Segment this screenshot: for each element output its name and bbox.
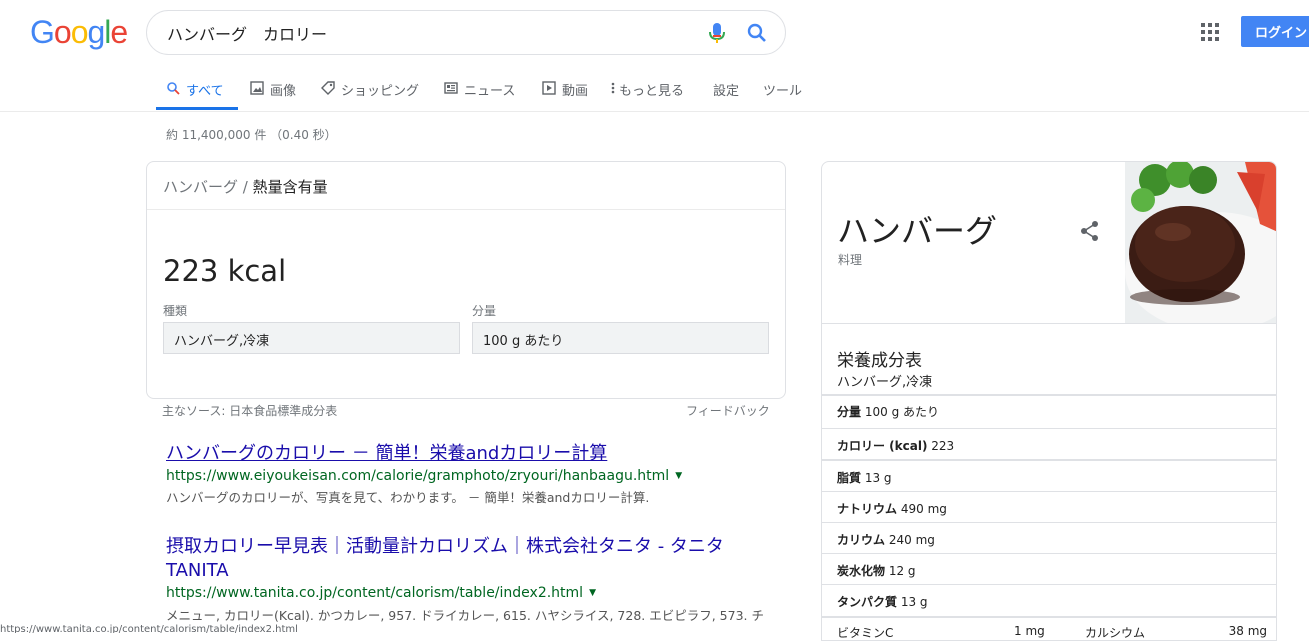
divider bbox=[147, 209, 785, 210]
tab-all[interactable]: すべて bbox=[166, 80, 224, 99]
apps-grid-icon[interactable] bbox=[1200, 22, 1220, 46]
breadcrumb-separator: / bbox=[238, 178, 253, 196]
type-select[interactable]: ハンバーグ,冷凍 bbox=[163, 322, 460, 354]
active-tab-indicator bbox=[156, 107, 238, 110]
result-url: https://www.tanita.co.jp/content/caloris… bbox=[166, 585, 596, 601]
nutrition-row: タンパク質 13 g bbox=[837, 595, 928, 609]
type-label: 種類 bbox=[163, 304, 188, 318]
breadcrumb: ハンバーグ / 熱量含有量 bbox=[163, 176, 328, 197]
result-stats: 約 11,400,000 件 （0.40 秒） bbox=[166, 128, 337, 142]
result-title-link[interactable]: ハンバーグのカロリー － 簡単！栄養andカロリー計算 bbox=[166, 442, 786, 466]
share-icon[interactable] bbox=[1080, 220, 1100, 246]
divider bbox=[822, 522, 1276, 523]
tab-shopping[interactable]: ショッピング bbox=[321, 80, 419, 99]
hamburger-steak-image[interactable] bbox=[1125, 162, 1276, 332]
tab-news[interactable]: ニュース bbox=[444, 80, 515, 99]
tab-images[interactable]: 画像 bbox=[250, 80, 296, 99]
source-text: 主なソース: 日本食品標準成分表 bbox=[162, 404, 338, 418]
featured-snippet: ハンバーグ / 熱量含有量 223 kcal 種類 分量 ハンバーグ,冷凍 10… bbox=[146, 161, 786, 399]
microphone-icon[interactable] bbox=[707, 21, 727, 49]
feedback-link[interactable]: フィードバック bbox=[686, 402, 770, 419]
nutrition-row: 脂質 13 g bbox=[837, 471, 892, 485]
kp-title: ハンバーグ bbox=[837, 212, 998, 250]
result-url: https://www.eiyoukeisan.com/calorie/gram… bbox=[166, 468, 683, 484]
divider bbox=[822, 584, 1276, 585]
search-tabs: すべて 画像 ショッピング ニュース 動画 もっと見る 設定 ツール bbox=[0, 64, 1309, 112]
calorie-value: 223 kcal bbox=[163, 254, 287, 288]
news-icon bbox=[444, 81, 458, 99]
nutrition-row: ナトリウム 490 mg bbox=[837, 502, 947, 516]
caret-down-icon[interactable]: ▼ bbox=[675, 471, 682, 481]
nutrition-row: 炭水化物 12 g bbox=[837, 564, 916, 578]
tab-tools[interactable]: ツール bbox=[763, 80, 802, 99]
tab-videos[interactable]: 動画 bbox=[542, 80, 588, 99]
search-icon[interactable] bbox=[745, 21, 769, 49]
result-snippet: メニュー, カロリー(Kcal). かつカレー, 957. ドライカレー, 61… bbox=[166, 608, 764, 623]
result-title-link-cont[interactable]: TANITA bbox=[166, 559, 786, 583]
more-vert-icon bbox=[611, 81, 615, 99]
divider bbox=[822, 323, 1276, 324]
status-bar-url: https://www.tanita.co.jp/content/caloris… bbox=[0, 624, 298, 633]
nutrition-subtitle[interactable]: ハンバーグ,冷凍 bbox=[837, 371, 932, 390]
caret-down-icon[interactable]: ▼ bbox=[589, 588, 596, 598]
login-button[interactable]: ログイン bbox=[1241, 16, 1309, 47]
breadcrumb-current: 熱量含有量 bbox=[252, 178, 328, 196]
nutrition-row: カリウム 240 mg bbox=[837, 533, 935, 547]
divider bbox=[822, 553, 1276, 554]
divider bbox=[822, 491, 1276, 492]
search-icon bbox=[166, 81, 180, 99]
divider bbox=[822, 428, 1276, 429]
divider bbox=[822, 616, 1276, 618]
amount-select[interactable]: 100 g あたり bbox=[472, 322, 769, 354]
nutrition-row: 分量 100 g あたり bbox=[837, 405, 939, 419]
tab-settings[interactable]: 設定 bbox=[713, 80, 739, 99]
breadcrumb-main[interactable]: ハンバーグ bbox=[163, 178, 238, 196]
search-result: 摂取カロリー早見表｜活動量計カロリズム｜株式会社タニタ - タニタ TANITA… bbox=[166, 535, 786, 624]
divider bbox=[822, 459, 1276, 461]
kp-subtitle: 料理 bbox=[838, 253, 863, 267]
video-icon bbox=[542, 80, 556, 99]
divider bbox=[822, 394, 1276, 396]
amount-label: 分量 bbox=[472, 304, 497, 318]
google-logo[interactable]: Google bbox=[30, 14, 128, 51]
search-result: ハンバーグのカロリー － 簡単！栄養andカロリー計算 https://www.… bbox=[166, 442, 786, 506]
tab-more[interactable]: もっと見る bbox=[611, 80, 684, 99]
nutrition-title: 栄養成分表 bbox=[837, 351, 922, 371]
result-snippet: ハンバーグのカロリーが、写真を見て、わかります。 － 簡単！栄養andカロリー計… bbox=[166, 490, 650, 505]
search-input[interactable] bbox=[167, 20, 687, 46]
tag-icon bbox=[321, 80, 335, 99]
image-icon bbox=[250, 80, 264, 99]
nutrition-row: カロリー (kcal) 223 bbox=[837, 439, 955, 453]
search-box[interactable] bbox=[146, 10, 786, 55]
knowledge-panel: ハンバーグ 料理 栄養成分表 ハンバーグ,冷凍 分量 100 g あたり カロリ… bbox=[821, 161, 1277, 641]
result-title-link[interactable]: 摂取カロリー早見表｜活動量計カロリズム｜株式会社タニタ - タニタ bbox=[166, 535, 786, 559]
